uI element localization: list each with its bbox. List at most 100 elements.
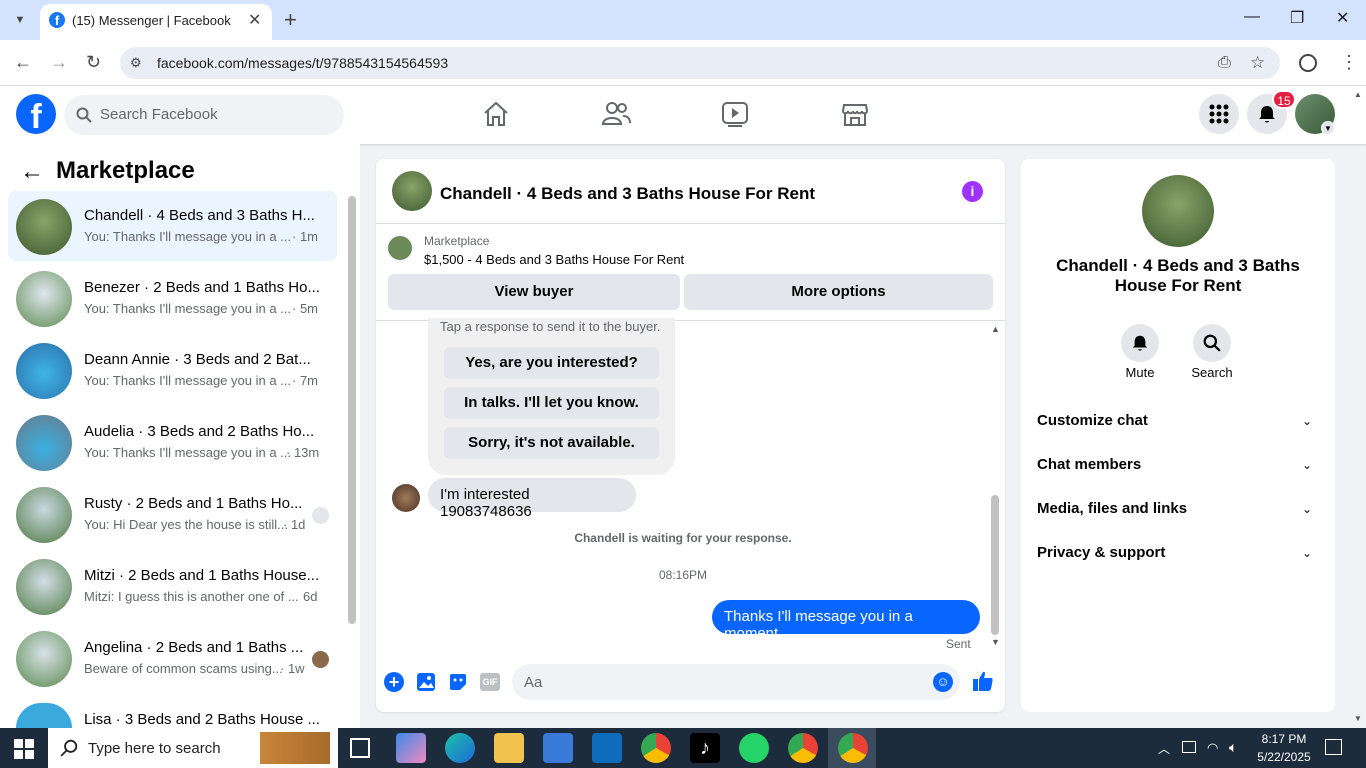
seen-avatar [312,651,329,668]
store-icon[interactable] [543,733,573,763]
mute-button[interactable] [1121,324,1159,362]
quick-reply-button[interactable]: Sorry, it's not available. [444,427,659,459]
home-icon[interactable] [481,100,511,128]
chat-header-title[interactable]: Chandell · 4 Beds and 3 Baths House For … [440,184,815,204]
taskbar-search-box[interactable]: Type here to search [48,728,338,768]
outlook-icon[interactable] [592,733,622,763]
account-chevron-icon[interactable]: ▼ [1321,121,1335,135]
install-app-icon[interactable]: ⎙ [1218,54,1231,72]
scroll-down-icon[interactable]: ▼ [991,637,1000,647]
message-input-placeholder: Aa [524,674,543,691]
chevron-down-icon[interactable]: ⌄ [1302,458,1312,472]
search-icon [60,739,78,757]
tab-close-icon[interactable]: ✕ [248,10,261,30]
gif-icon[interactable]: GIF [480,673,500,691]
thumbs-up-icon[interactable] [972,670,994,692]
chevron-down-icon[interactable]: ⌄ [1302,546,1312,560]
window-close-icon[interactable]: ✕ [1336,8,1349,28]
battery-icon[interactable] [1182,741,1196,753]
file-explorer-icon[interactable] [494,733,524,763]
chat-item-title: Angelina · 2 Beds and 1 Baths ... [84,639,304,656]
media-files-links-row[interactable]: Media, files and links [1037,500,1187,517]
chat-scrollbar[interactable] [991,495,999,635]
add-attachment-icon[interactable]: + [384,672,404,692]
chat-item-preview: You: Hi Dear yes the house is still... [84,517,289,532]
quick-reply-button[interactable]: In talks. I'll let you know. [444,387,659,419]
back-icon[interactable]: ← [14,52,32,73]
listing-title[interactable]: $1,500 - 4 Beds and 3 Baths House For Re… [424,252,684,267]
minimize-icon[interactable]: — [1244,8,1260,26]
windows-start-icon[interactable] [14,739,34,759]
chrome-profile-icon[interactable] [788,733,818,763]
url-text[interactable]: facebook.com/messages/t/9788543154564593 [157,55,448,71]
sticker-icon[interactable] [448,672,468,692]
search-highlight-icon [260,732,330,764]
new-tab-icon[interactable]: + [284,7,297,33]
profile-avatar[interactable] [1142,175,1214,247]
friends-icon[interactable] [601,100,631,128]
video-icon[interactable] [720,100,750,128]
listing-thumbnail[interactable] [388,236,412,260]
customize-chat-row[interactable]: Customize chat [1037,412,1148,429]
message-input[interactable] [512,664,960,700]
browser-menu-icon[interactable]: ⋮ [1340,52,1358,73]
page-scroll-down-icon[interactable]: ▼ [1354,714,1362,723]
clock-date[interactable]: 5/22/2025 [1254,750,1314,764]
profile-icon[interactable] [1299,54,1317,72]
back-arrow-icon[interactable]: ← [20,158,44,186]
notification-center-icon[interactable] [1325,739,1342,755]
chat-members-row[interactable]: Chat members [1037,456,1141,473]
marketplace-icon[interactable] [840,100,870,128]
sender-avatar[interactable] [392,484,420,512]
forward-icon[interactable]: → [50,52,68,73]
sent-status: Sent [946,637,971,651]
incoming-message-text: I'm interested 19083748636 [440,486,532,520]
chat-item-preview: You: Thanks I'll message you in a ... [84,229,291,244]
photo-icon[interactable] [416,672,437,692]
chat-item-title: Mitzi · 2 Beds and 1 Baths House... [84,567,320,584]
mute-label: Mute [1125,365,1155,380]
scroll-up-icon[interactable]: ▲ [991,324,1000,334]
chrome-active-icon[interactable] [838,733,868,763]
chat-item-time: · 5m [292,301,318,316]
chat-header-avatar[interactable] [392,171,432,211]
reload-icon[interactable]: ↻ [86,52,101,73]
tab-search-icon[interactable]: ▼ [10,10,30,30]
listing-avatar [16,559,72,615]
facebook-favicon-icon: f [49,12,65,28]
chat-item-time: · 13m [286,445,320,460]
chevron-down-icon[interactable]: ⌄ [1302,414,1312,428]
info-icon[interactable]: i [962,181,983,202]
bookmark-star-icon[interactable]: ☆ [1250,53,1265,73]
view-buyer-button[interactable]: View buyer [388,274,680,310]
message-timestamp: 08:16PM [658,568,708,582]
restore-icon[interactable]: ❐ [1290,8,1304,28]
clock-time[interactable]: 8:17 PM [1254,732,1314,746]
facebook-logo-icon[interactable]: f [16,94,56,136]
whatsapp-icon[interactable] [739,733,769,763]
quick-reply-button[interactable]: Yes, are you interested? [444,347,659,379]
chat-item-title: Audelia · 3 Beds and 2 Baths Ho... [84,423,315,440]
marketplace-label: Marketplace [424,234,490,248]
tiktok-icon[interactable]: ♪ [690,733,720,763]
outgoing-message[interactable]: Thanks I'll message you in a moment [712,600,980,642]
incoming-message[interactable]: I'm interested 19083748636 [428,478,636,520]
menu-button[interactable] [1199,94,1239,134]
volume-icon[interactable]: 🔈︎ [1229,739,1237,756]
wifi-icon[interactable]: ◠ [1207,740,1218,756]
search-chat-button[interactable] [1193,324,1231,362]
site-info-icon[interactable]: ⚙ [130,55,142,71]
privacy-support-row[interactable]: Privacy & support [1037,544,1165,561]
task-view-icon[interactable] [350,738,370,758]
copilot-icon[interactable] [396,733,426,763]
chrome-icon[interactable] [641,733,671,763]
more-options-button[interactable]: More options [684,274,993,310]
chevron-down-icon[interactable]: ⌄ [1302,502,1312,516]
tray-chevron-icon[interactable]: ︿ [1158,740,1170,757]
chat-item-title: Chandell · 4 Beds and 3 Baths H... [84,207,315,224]
page-scroll-up-icon[interactable]: ▲ [1354,90,1362,99]
edge-icon[interactable] [445,733,475,763]
emoji-icon[interactable]: ☺ [933,672,953,692]
search-facebook-input[interactable]: Search Facebook [64,95,344,135]
chat-list-scrollbar[interactable] [348,196,356,624]
